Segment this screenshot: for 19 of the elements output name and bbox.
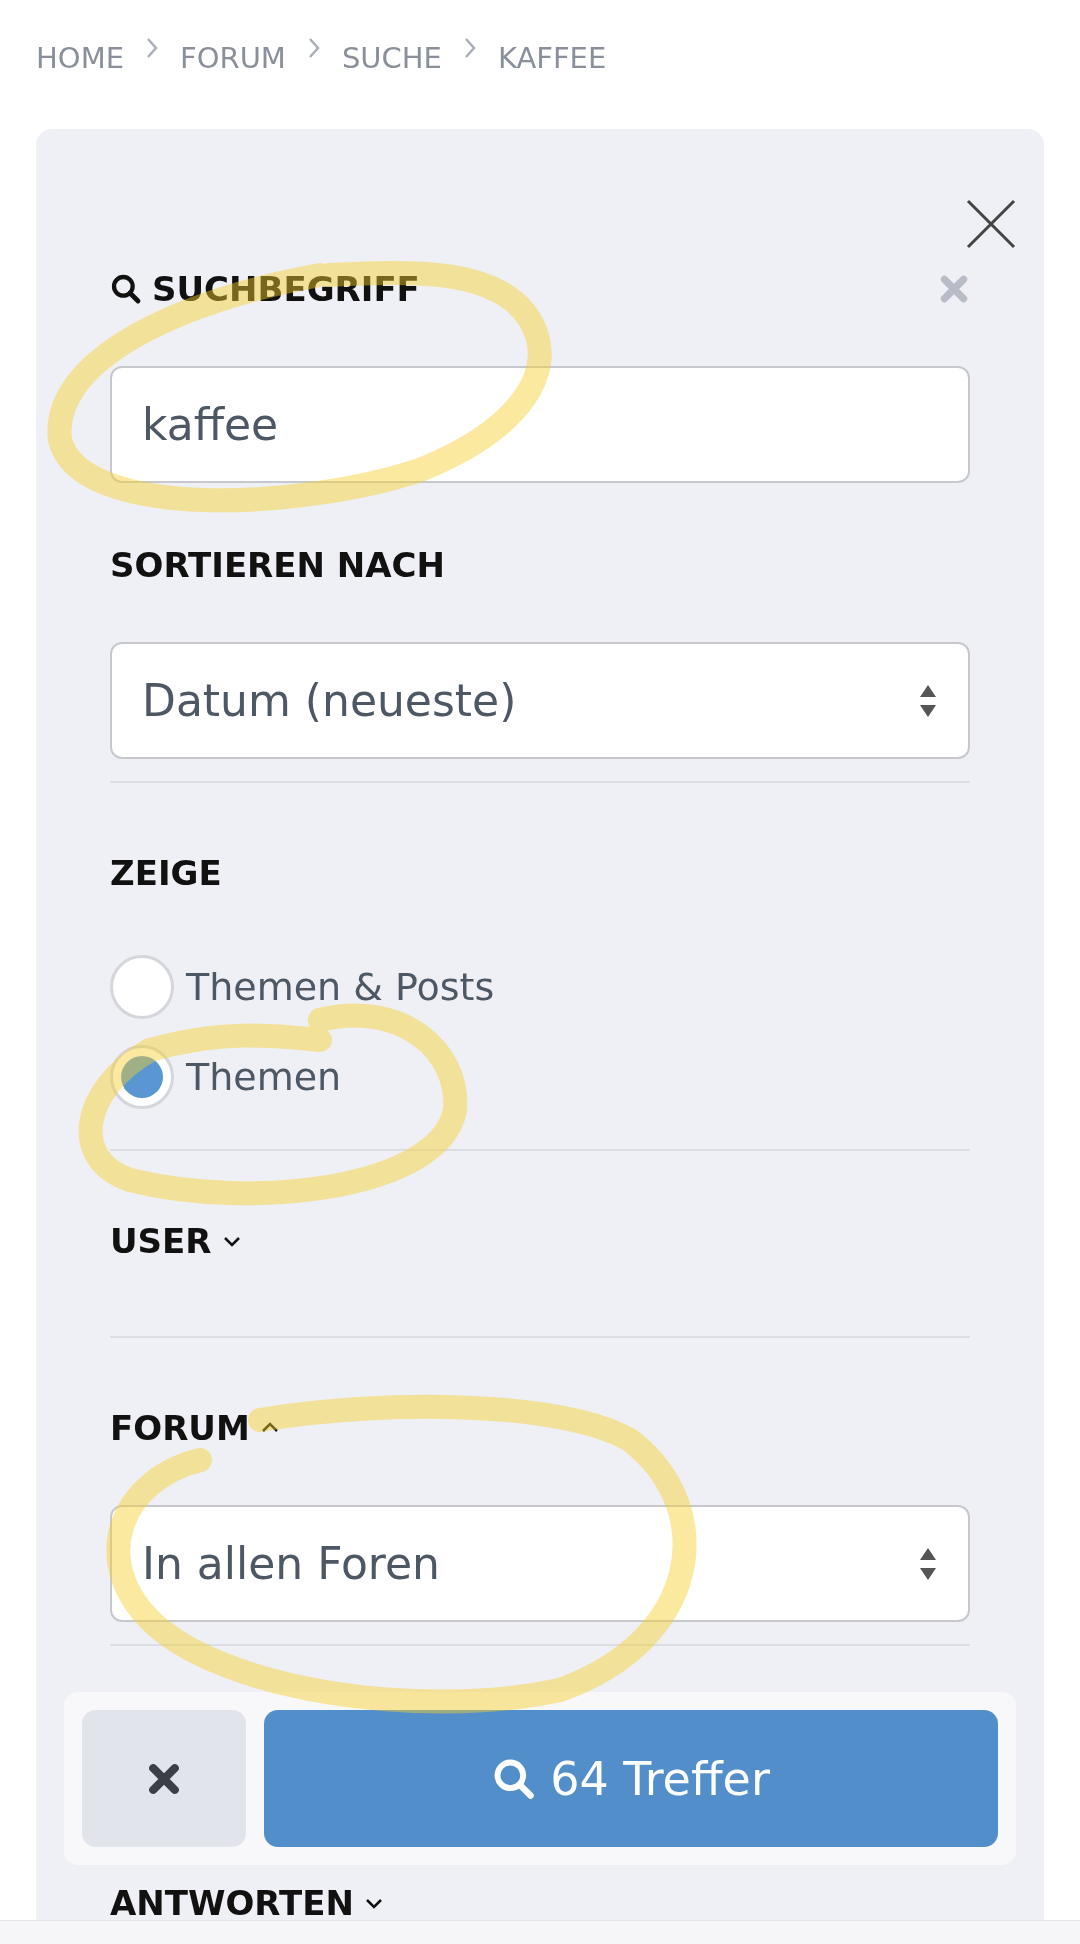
field-label: SUCHBEGRIFF xyxy=(110,259,420,319)
collapsible-header[interactable]: ANTWORTEN xyxy=(110,1883,970,1923)
forum-select[interactable]: In allen Foren xyxy=(110,1505,970,1622)
breadcrumb-link[interactable]: HOME xyxy=(36,36,124,80)
collapsible-header[interactable]: USER xyxy=(110,1211,970,1271)
search-button[interactable]: 64 Treffer xyxy=(264,1710,998,1847)
field-label: ZEIGE xyxy=(110,852,223,895)
breadcrumb-link[interactable]: FORUM xyxy=(180,36,286,80)
sort-select[interactable]: Datum (neueste) xyxy=(110,642,970,759)
radio-option[interactable]: Themen & Posts xyxy=(110,942,970,1032)
search-field[interactable]: kaffee xyxy=(110,366,970,483)
cancel-button[interactable] xyxy=(82,1710,246,1847)
search-icon xyxy=(110,273,142,305)
field-label: SORTIEREN NACH xyxy=(110,544,446,587)
close-icon[interactable] xyxy=(966,199,1016,249)
breadcrumb-link[interactable]: SUCHE xyxy=(341,36,442,80)
breadcrumb-link[interactable]: KAFFEE xyxy=(497,36,607,80)
radio-option[interactable]: Themen xyxy=(110,1032,970,1122)
collapsible-header[interactable]: FORUM xyxy=(110,1398,970,1458)
